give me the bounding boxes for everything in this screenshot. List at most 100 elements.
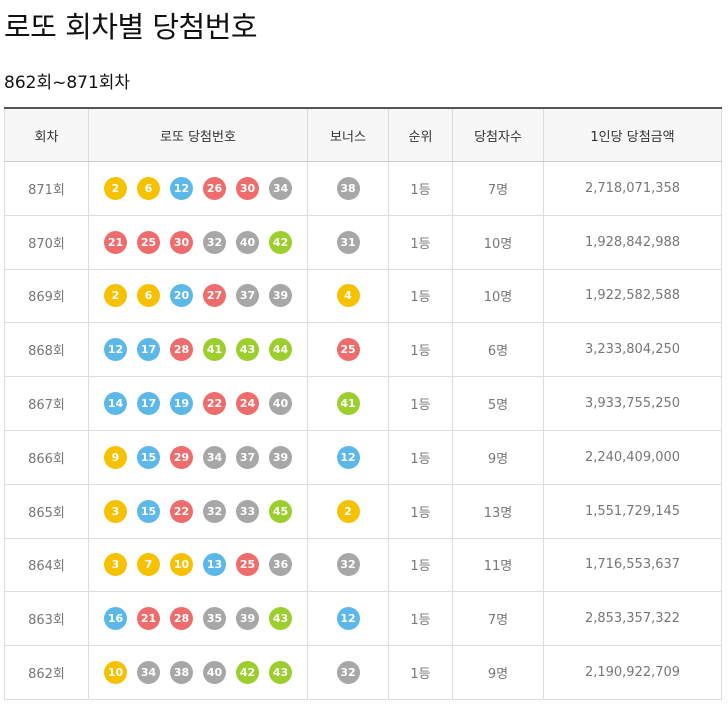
prize-cell: 3,933,755,250 <box>543 376 722 431</box>
rank-cell: 1등 <box>388 322 453 378</box>
rank-cell: 1등 <box>388 376 453 431</box>
prize-cell: 2,718,071,358 <box>543 161 722 216</box>
winning-numbers-cell: 16 21 28 35 39 43 <box>88 591 308 647</box>
table-row: 865회 3 15 22 32 33 45 2 1등 13명 1,551,729,145 <box>4 484 722 539</box>
number-ball: 21 <box>104 230 127 254</box>
winning-numbers-cell: 12 17 28 41 43 44 <box>88 322 308 378</box>
round-cell: 870회 <box>4 215 89 270</box>
number-ball: 32 <box>203 499 226 523</box>
bonus-ball: 2 <box>336 499 360 523</box>
number-ball: 40 <box>269 392 292 416</box>
number-ball: 9 <box>104 445 127 469</box>
rank-cell: 1등 <box>388 430 453 485</box>
number-ball: 34 <box>203 445 226 469</box>
round-cell: 865회 <box>4 484 89 539</box>
number-ball: 30 <box>170 230 193 254</box>
bonus-ball: 12 <box>336 607 360 631</box>
number-ball: 45 <box>269 499 292 523</box>
number-ball: 43 <box>269 607 292 631</box>
winners-cell: 11명 <box>452 538 544 593</box>
number-ball: 2 <box>104 176 127 200</box>
bonus-ball: 41 <box>336 392 360 416</box>
number-ball: 17 <box>137 392 160 416</box>
number-ball: 34 <box>269 176 292 200</box>
winning-numbers-cell: 3 15 22 32 33 45 <box>88 484 308 539</box>
number-ball: 17 <box>137 338 160 362</box>
bonus-ball: 32 <box>336 661 360 685</box>
winning-numbers-cell: 9 15 29 34 37 39 <box>88 430 308 485</box>
round-cell: 867회 <box>4 376 89 431</box>
rank-cell: 1등 <box>388 161 453 216</box>
bonus-ball: 12 <box>336 445 360 469</box>
bonus-ball: 31 <box>336 230 360 254</box>
table-row: 870회 21 25 30 32 40 42 31 1등 10명 1,928,842,988 <box>4 215 722 270</box>
bonus-cell: 12 <box>307 591 389 647</box>
rank-cell: 1등 <box>388 215 453 270</box>
number-ball: 24 <box>236 392 259 416</box>
rank-cell: 1등 <box>388 484 453 539</box>
winners-cell: 6명 <box>452 322 544 378</box>
bonus-cell: 4 <box>307 269 389 324</box>
winners-cell: 5명 <box>452 376 544 431</box>
rank-cell: 1등 <box>388 269 453 324</box>
winners-cell: 10명 <box>452 215 544 270</box>
number-ball: 7 <box>137 553 160 577</box>
number-ball: 25 <box>236 553 259 577</box>
number-ball: 37 <box>236 284 259 308</box>
prize-cell: 1,551,729,145 <box>543 484 722 539</box>
number-ball: 42 <box>236 661 259 685</box>
number-ball: 21 <box>137 607 160 631</box>
prize-cell: 1,928,842,988 <box>543 215 722 270</box>
rank-cell: 1등 <box>388 645 453 700</box>
number-ball: 14 <box>104 392 127 416</box>
round-cell: 863회 <box>4 591 89 647</box>
number-ball: 22 <box>203 392 226 416</box>
number-ball: 42 <box>269 230 292 254</box>
table-row: 862회 10 34 38 40 42 43 32 1등 9명 2,190,922,709 <box>4 645 722 700</box>
winning-numbers-cell: 21 25 30 32 40 42 <box>88 215 308 270</box>
winners-cell: 7명 <box>452 161 544 216</box>
table-row: 869회 2 6 20 27 37 39 4 1등 10명 1,922,582,588 <box>4 269 722 324</box>
bonus-ball: 25 <box>336 338 360 362</box>
number-ball: 33 <box>236 499 259 523</box>
bonus-cell: 38 <box>307 161 389 216</box>
round-cell: 869회 <box>4 269 89 324</box>
number-ball: 6 <box>137 176 160 200</box>
number-ball: 3 <box>104 553 127 577</box>
bonus-ball: 38 <box>336 176 360 200</box>
number-ball: 35 <box>203 607 226 631</box>
winning-numbers-cell: 10 34 38 40 42 43 <box>88 645 308 700</box>
page-title: 로또 회차별 당첨번호 <box>4 10 258 44</box>
number-ball: 19 <box>170 392 193 416</box>
prize-cell: 2,853,357,322 <box>543 591 722 647</box>
winners-cell: 10명 <box>452 269 544 324</box>
number-ball: 41 <box>203 338 226 362</box>
round-cell: 868회 <box>4 322 89 378</box>
number-ball: 22 <box>170 499 193 523</box>
table-row: 868회 12 17 28 41 43 44 25 1등 6명 3,233,804,250 <box>4 322 722 378</box>
header-winners: 당첨자수 <box>452 107 544 162</box>
number-ball: 28 <box>170 607 193 631</box>
bonus-cell: 41 <box>307 376 389 431</box>
bonus-cell: 12 <box>307 430 389 485</box>
draw-results-table: 회차 로또 당첨번호 보너스 순위 당첨자수 1인당 당첨금액 871회 2 6 12… <box>4 107 722 700</box>
number-ball: 15 <box>137 499 160 523</box>
number-ball: 39 <box>236 607 259 631</box>
number-ball: 39 <box>269 284 292 308</box>
prize-cell: 2,190,922,709 <box>543 645 722 700</box>
number-ball: 10 <box>104 661 127 685</box>
number-ball: 2 <box>104 284 127 308</box>
bonus-ball: 4 <box>336 284 360 308</box>
number-ball: 38 <box>170 661 193 685</box>
prize-cell: 2,240,409,000 <box>543 430 722 485</box>
bonus-cell: 31 <box>307 215 389 270</box>
table-row: 871회 2 6 12 26 30 34 38 1등 7명 2,718,071,358 <box>4 161 722 216</box>
round-cell: 864회 <box>4 538 89 593</box>
number-ball: 28 <box>170 338 193 362</box>
number-ball: 15 <box>137 445 160 469</box>
winning-numbers-cell: 3 7 10 13 25 36 <box>88 538 308 593</box>
number-ball: 29 <box>170 445 193 469</box>
number-ball: 10 <box>170 553 193 577</box>
number-ball: 40 <box>236 230 259 254</box>
winning-numbers-cell: 2 6 12 26 30 34 <box>88 161 308 216</box>
